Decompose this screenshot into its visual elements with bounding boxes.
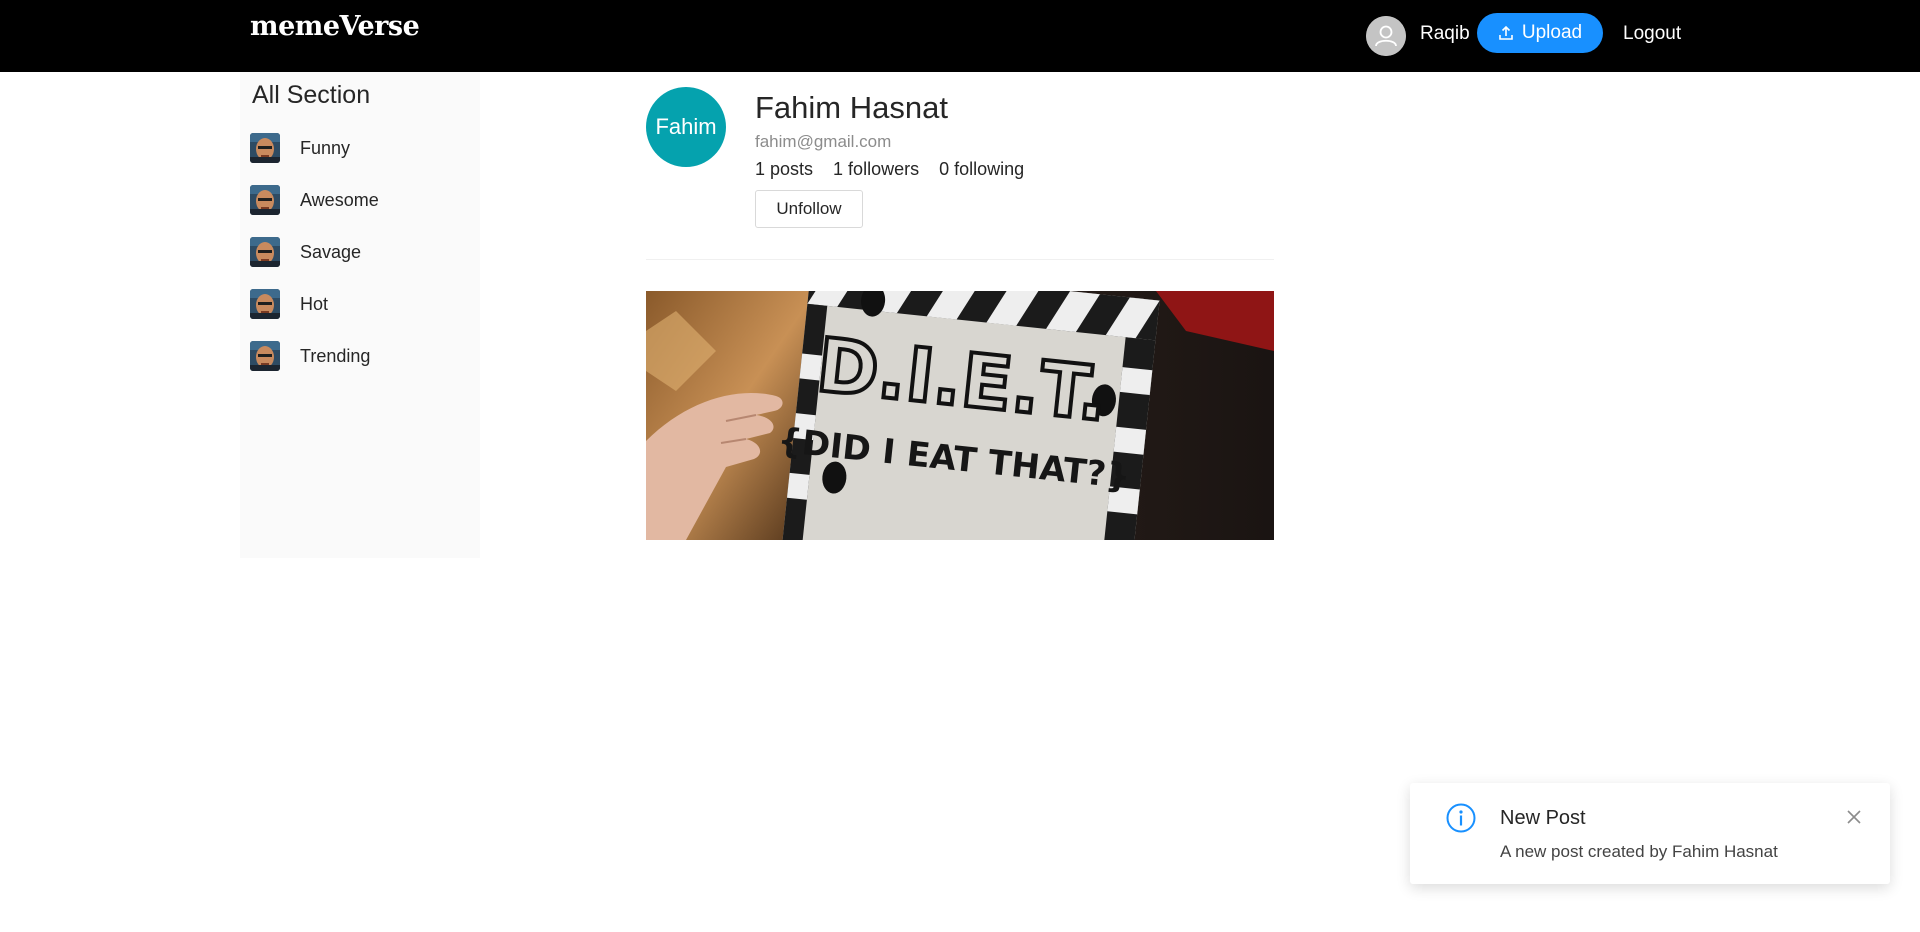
followers-count[interactable]: 1 followers [833,157,919,181]
top-navbar: memeVerse Raqib Upload Logout [0,0,1920,72]
user-name[interactable]: Raqib [1420,22,1470,46]
upload-label: Upload [1521,22,1583,43]
meme-thumbnail-icon [250,341,280,371]
user-icon [1366,16,1406,56]
close-icon[interactable] [1844,807,1864,827]
user-avatar[interactable] [1366,16,1406,56]
sidebar-item-label: Awesome [300,189,379,210]
meme-thumbnail-icon [250,133,280,163]
profile-email: fahim@gmail.com [755,132,892,151]
sidebar-item-hot[interactable]: Hot [250,288,470,320]
sidebar-item-label: Savage [300,241,362,262]
notification-title: New Post [1500,807,1586,829]
posts-count: 1 posts [755,159,814,179]
upload-icon [1499,25,1513,40]
sidebar-item-awesome[interactable]: Awesome [250,184,470,216]
profile-name: Fahim Hasnat [755,90,948,125]
profile-avatar: Fahim [646,87,726,167]
upload-button[interactable]: Upload [1477,13,1603,53]
sidebar-item-savage[interactable]: Savage [250,236,470,268]
notification-message: A new post created by Fahim Hasnat [1500,842,1778,861]
profile-stats: 1 posts 1 followers 0 following [755,157,1024,181]
diet-clapperboard-image: D.I.E.T. {DID I EAT THAT?} [646,291,1274,540]
app-logo[interactable]: memeVerse [250,10,420,44]
profile-avatar-text: Fahim [655,114,717,139]
notification-toast: New Post A new post created by Fahim Has… [1410,783,1890,884]
following-count[interactable]: 0 following [939,157,1024,181]
logout-link[interactable]: Logout [1623,22,1681,46]
post-image[interactable]: D.I.E.T. {DID I EAT THAT?} [646,291,1274,540]
unfollow-button[interactable]: Unfollow [755,190,863,228]
info-icon [1446,803,1476,833]
sidebar-item-trending[interactable]: Trending [250,340,470,372]
sidebar-item-label: Funny [300,137,351,158]
profile-divider [646,259,1274,260]
meme-thumbnail-icon [250,185,280,215]
sidebar-item-label: Hot [300,293,329,314]
sidebar-title: All Section [252,81,371,109]
sidebar-item-funny[interactable]: Funny [250,132,470,164]
category-sidebar: All Section Funny Awesome Savage Hot Tre… [240,72,480,558]
sidebar-item-label: Trending [300,345,371,366]
meme-thumbnail-icon [250,237,280,267]
meme-thumbnail-icon [250,289,280,319]
